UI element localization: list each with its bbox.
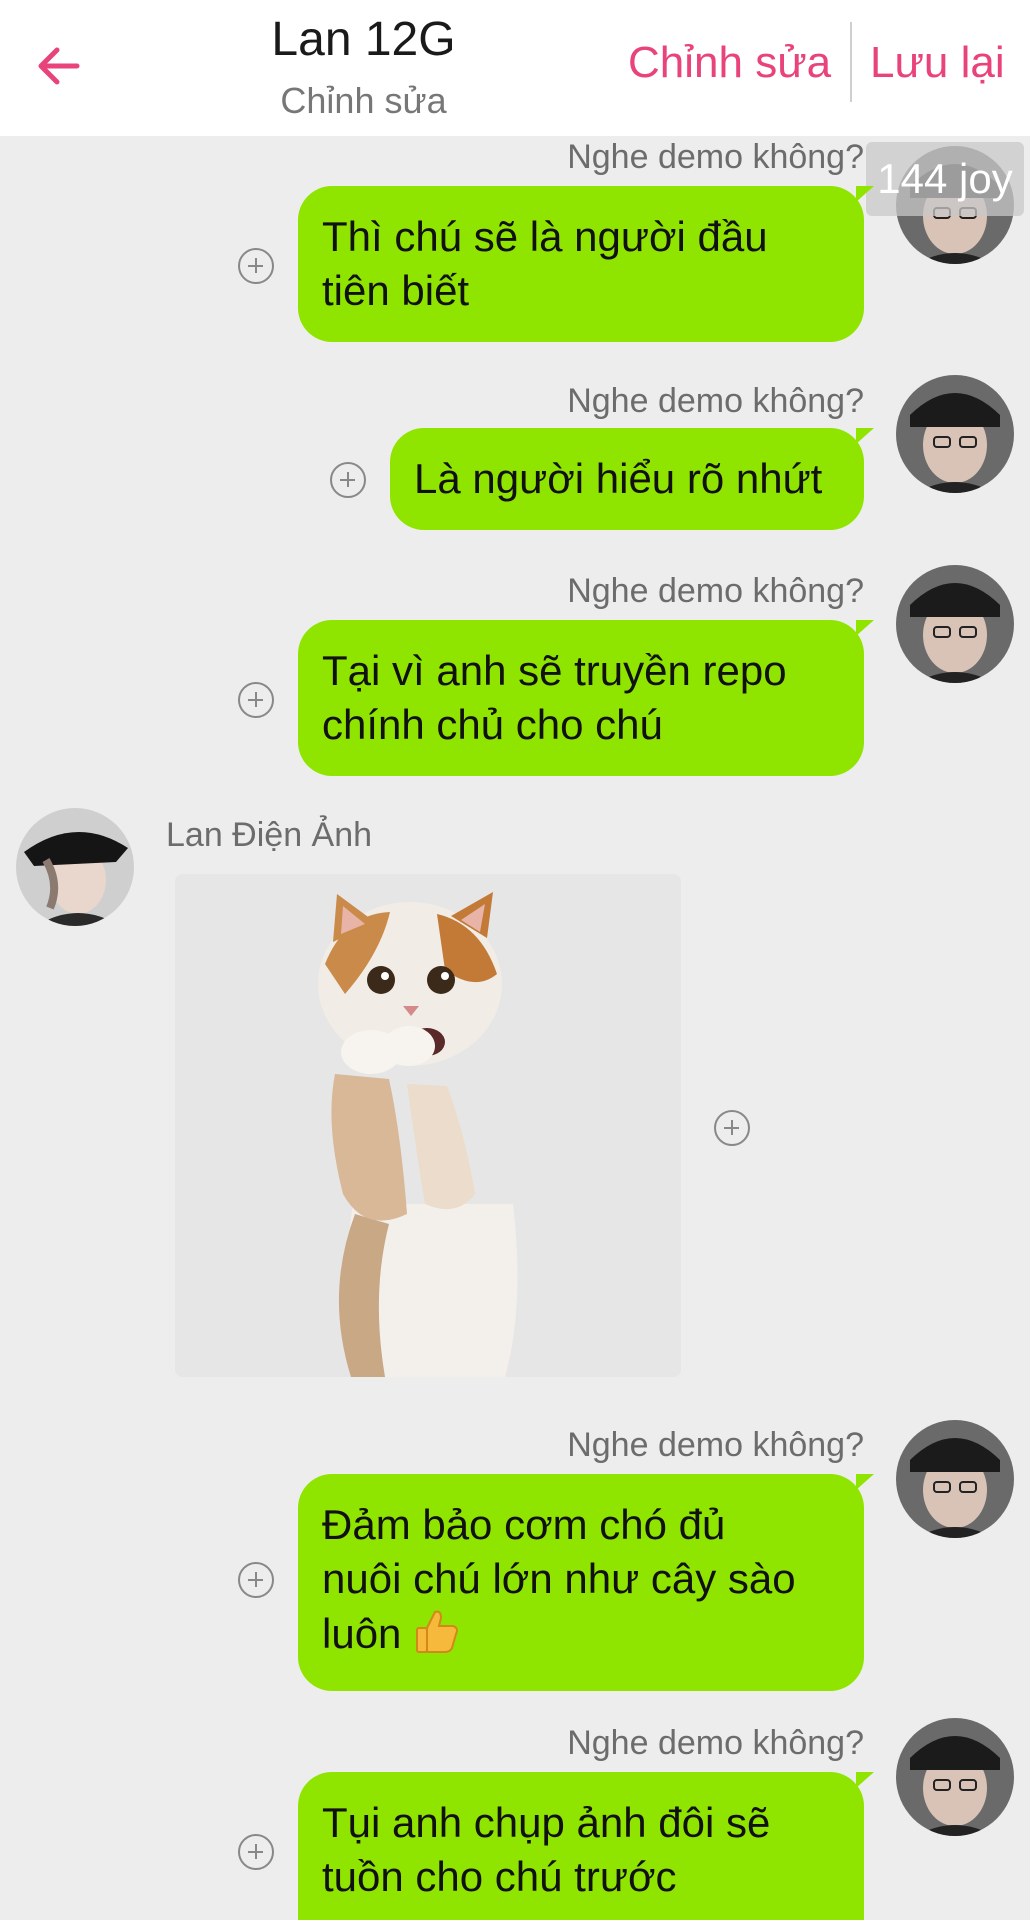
thumbs-up-icon	[413, 1606, 461, 1667]
sender-name: Nghe demo không?	[567, 382, 864, 420]
message-line: tuồn cho chú trước	[322, 1853, 677, 1900]
message-line: Đảm bảo cơm chó đủ	[322, 1501, 726, 1548]
message-line: chính chủ cho chú	[322, 701, 663, 748]
message-line: Tụi anh chụp ảnh đôi sẽ	[322, 1799, 771, 1846]
avatar[interactable]	[896, 375, 1014, 493]
message-line: luôn	[322, 1606, 840, 1667]
chat-title: Lan 12G	[271, 13, 456, 66]
message-line: Tại vì anh sẽ truyền repo	[322, 647, 787, 694]
avatar[interactable]	[16, 808, 134, 926]
sender-name: Nghe demo không?	[567, 138, 864, 176]
add-reaction-button[interactable]	[238, 248, 274, 284]
message-line: nuôi chú lớn như cây sào	[322, 1555, 796, 1602]
sender-name: Nghe demo không?	[567, 1724, 864, 1762]
top-bar: Lan 12G Chỉnh sửa Chỉnh sửa Lưu lại	[0, 0, 1030, 136]
message-line: Thì chú sẽ là người đầu	[322, 213, 768, 260]
message-bubble[interactable]: Thì chú sẽ là người đầu tiên biết	[298, 186, 874, 342]
edit-button[interactable]: Chỉnh sửa	[628, 38, 831, 88]
avatar[interactable]	[896, 1420, 1014, 1538]
message-line: Là người hiểu rõ nhứt	[414, 455, 823, 502]
cat-sticker[interactable]	[175, 874, 681, 1377]
joy-count-badge: 144 joy	[866, 142, 1024, 216]
add-reaction-button[interactable]	[238, 1834, 274, 1870]
chat-thread[interactable]: Nghe demo không? 144 joy Thì chú sẽ là n…	[0, 136, 1030, 1920]
avatar[interactable]	[896, 565, 1014, 683]
add-reaction-button[interactable]	[238, 682, 274, 718]
message-bubble[interactable]: Tại vì anh sẽ truyền repo chính chủ cho …	[298, 620, 874, 776]
message-bubble[interactable]: Là người hiểu rõ nhứt	[390, 428, 874, 530]
message-bubble[interactable]: Đảm bảo cơm chó đủ nuôi chú lớn như cây …	[298, 1474, 874, 1691]
sender-name: Nghe demo không?	[567, 572, 864, 610]
message-line: tiên biết	[322, 267, 470, 314]
avatar[interactable]	[896, 1718, 1014, 1836]
chat-subtitle: Chỉnh sửa	[280, 80, 447, 121]
message-bubble[interactable]: Tụi anh chụp ảnh đôi sẽ tuồn cho chú trư…	[298, 1772, 874, 1920]
add-reaction-button[interactable]	[714, 1110, 750, 1146]
add-reaction-button[interactable]	[238, 1562, 274, 1598]
message-line-text: luôn	[322, 1610, 414, 1657]
sender-name: Nghe demo không?	[567, 1426, 864, 1464]
add-reaction-button[interactable]	[330, 462, 366, 498]
save-button[interactable]: Lưu lại	[870, 38, 1005, 88]
sender-name: Lan Điện Ảnh	[166, 816, 373, 854]
header-divider	[850, 22, 852, 102]
